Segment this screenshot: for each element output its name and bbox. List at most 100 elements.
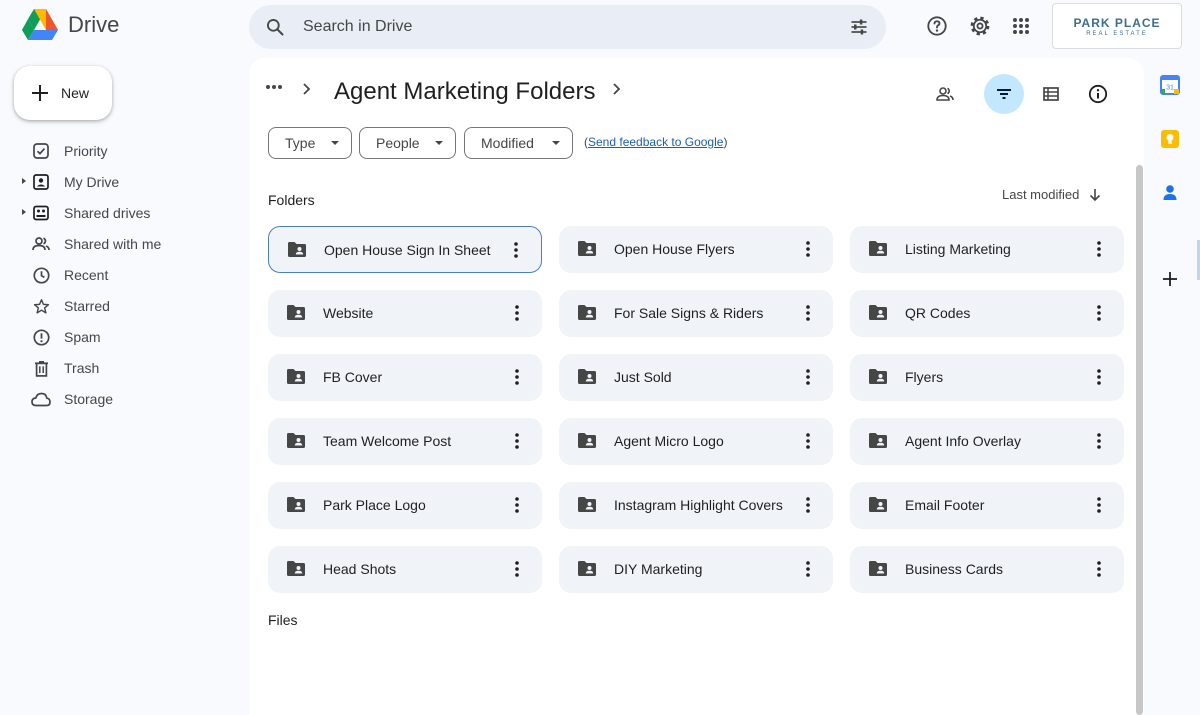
calendar-icon[interactable]: 31: [1159, 74, 1181, 96]
sidebar-item-shared-drives[interactable]: Shared drives: [0, 197, 240, 228]
scrollbar-thumb[interactable]: [1136, 165, 1143, 715]
search-icon[interactable]: [265, 17, 285, 37]
folder-card[interactable]: Agent Micro Logo: [559, 418, 833, 465]
folder-card[interactable]: Agent Info Overlay: [850, 418, 1124, 465]
folder-card[interactable]: For Sale Signs & Riders: [559, 290, 833, 337]
page-title[interactable]: Agent Marketing Folders: [334, 78, 595, 106]
folder-card[interactable]: Park Place Logo: [268, 482, 542, 529]
more-actions-icon[interactable]: [1088, 430, 1110, 452]
expand-caret-icon[interactable]: [22, 209, 26, 215]
more-actions-icon[interactable]: [797, 302, 819, 324]
google-drive-logo-icon: [22, 9, 58, 40]
search-bar[interactable]: [249, 5, 886, 49]
more-actions-icon[interactable]: [505, 239, 527, 261]
more-actions-icon[interactable]: [797, 238, 819, 260]
more-actions-icon[interactable]: [506, 558, 528, 580]
sidebar-item-label: Spam: [64, 328, 101, 345]
my-drive-icon: [31, 172, 51, 192]
arrow-down-icon[interactable]: [1088, 188, 1102, 202]
more-breadcrumbs-icon[interactable]: [265, 84, 283, 90]
sidebar-item-priority[interactable]: Priority: [0, 135, 240, 166]
brand-line-2: REAL ESTATE: [1086, 30, 1148, 37]
more-actions-icon[interactable]: [797, 494, 819, 516]
feedback-text: (Send feedback to Google): [584, 135, 727, 149]
sidebar-item-label: Trash: [64, 359, 100, 376]
folder-name: Park Place Logo: [323, 497, 426, 513]
more-actions-icon[interactable]: [1088, 366, 1110, 388]
sidebar-item-starred[interactable]: Starred: [0, 290, 240, 321]
sidebar-item-recent[interactable]: Recent: [0, 259, 240, 290]
folder-card[interactable]: Website: [268, 290, 542, 337]
sidebar-item-my-drive[interactable]: My Drive: [0, 166, 240, 197]
more-actions-icon[interactable]: [506, 430, 528, 452]
shared-folder-icon: [578, 497, 596, 512]
app-name: Drive: [68, 11, 120, 37]
filter-modified-chip[interactable]: Modified: [464, 127, 573, 159]
folder-name: Business Cards: [905, 561, 1004, 577]
more-actions-icon[interactable]: [797, 366, 819, 388]
search-input[interactable]: [303, 5, 803, 49]
more-actions-icon[interactable]: [506, 494, 528, 516]
spam-icon: [31, 327, 51, 347]
dropdown-arrow-icon: [331, 141, 339, 145]
folder-name: Open House Sign In Sheet: [324, 242, 491, 258]
more-actions-icon[interactable]: [506, 302, 528, 324]
filter-view-button[interactable]: [984, 74, 1024, 114]
folder-card[interactable]: QR Codes: [850, 290, 1124, 337]
shared-folder-icon: [869, 305, 887, 320]
more-actions-icon[interactable]: [1088, 302, 1110, 324]
details-button[interactable]: [1078, 74, 1118, 114]
folder-name: Flyers: [905, 369, 944, 385]
main-content: Agent Marketing Folders Type People Modi…: [249, 58, 1144, 715]
folder-card[interactable]: Just Sold: [559, 354, 833, 401]
more-actions-icon[interactable]: [506, 366, 528, 388]
folder-card[interactable]: Open House Sign In Sheet: [268, 226, 542, 273]
shared-folder-icon: [287, 369, 305, 384]
sidebar-item-spam[interactable]: Spam: [0, 321, 240, 352]
folder-card[interactable]: Head Shots: [268, 546, 542, 593]
shared-folder-icon: [869, 497, 887, 512]
settings-icon[interactable]: [968, 14, 992, 38]
folder-card[interactable]: Flyers: [850, 354, 1124, 401]
keep-icon[interactable]: [1159, 128, 1181, 150]
shared-folder-icon: [288, 242, 306, 257]
folder-card[interactable]: Instagram Highlight Covers: [559, 482, 833, 529]
contacts-icon[interactable]: [1159, 182, 1181, 204]
account-brand-logo[interactable]: PARK PLACE REAL ESTATE: [1052, 3, 1182, 49]
send-feedback-link[interactable]: Send feedback to Google: [588, 135, 723, 149]
apps-grid-icon[interactable]: [1009, 14, 1033, 38]
help-icon[interactable]: [925, 14, 949, 38]
folder-name: Open House Flyers: [614, 241, 735, 257]
add-addon-icon[interactable]: [1159, 268, 1181, 290]
search-options-icon[interactable]: [849, 17, 869, 37]
folder-card[interactable]: Business Cards: [850, 546, 1124, 593]
share-folder-button[interactable]: [925, 74, 965, 114]
folder-name: DIY Marketing: [614, 561, 703, 577]
sidebar-item-trash[interactable]: Trash: [0, 352, 240, 383]
sort-control[interactable]: Last modified: [1002, 187, 1102, 202]
sidebar-item-storage[interactable]: Storage: [0, 383, 240, 414]
folder-card[interactable]: DIY Marketing: [559, 546, 833, 593]
more-actions-icon[interactable]: [797, 430, 819, 452]
expand-caret-icon[interactable]: [22, 178, 26, 184]
folder-card[interactable]: FB Cover: [268, 354, 542, 401]
shared-folder-icon: [287, 433, 305, 448]
list-view-button[interactable]: [1031, 74, 1071, 114]
new-button[interactable]: New: [14, 66, 112, 120]
folder-actions-chevron-icon[interactable]: [611, 82, 623, 96]
folder-name: Instagram Highlight Covers: [614, 497, 783, 513]
folder-card[interactable]: Email Footer: [850, 482, 1124, 529]
drive-logo[interactable]: Drive: [22, 8, 119, 41]
folder-card[interactable]: Listing Marketing: [850, 226, 1124, 273]
more-actions-icon[interactable]: [797, 558, 819, 580]
folder-card[interactable]: Team Welcome Post: [268, 418, 542, 465]
more-actions-icon[interactable]: [1088, 558, 1110, 580]
filter-type-chip[interactable]: Type: [268, 127, 352, 159]
more-actions-icon[interactable]: [1088, 494, 1110, 516]
star-icon: [31, 296, 51, 316]
filter-people-chip[interactable]: People: [359, 127, 456, 159]
shared-folder-icon: [287, 497, 305, 512]
more-actions-icon[interactable]: [1088, 238, 1110, 260]
folder-card[interactable]: Open House Flyers: [559, 226, 833, 273]
sidebar-item-shared-with-me[interactable]: Shared with me: [0, 228, 240, 259]
